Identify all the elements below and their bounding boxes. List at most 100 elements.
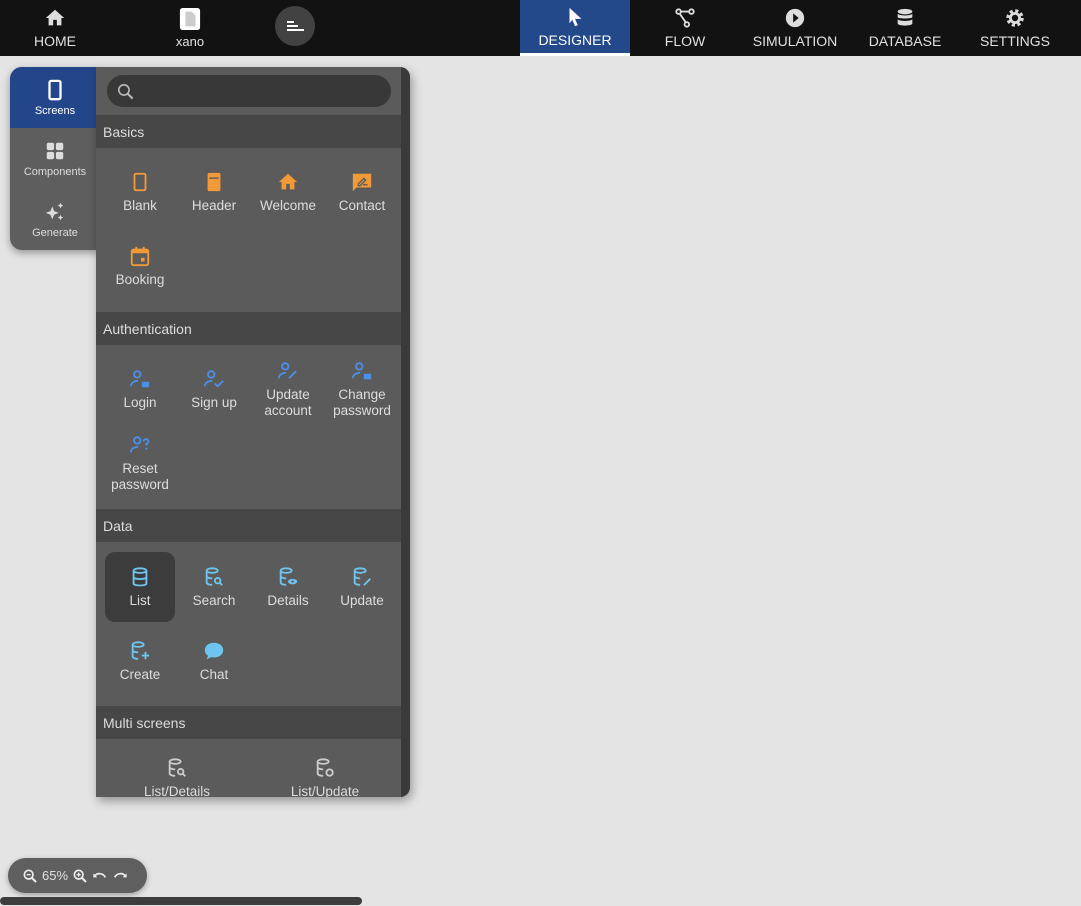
zoom-level: 65%	[42, 868, 69, 883]
rail-generate[interactable]: Generate	[10, 189, 100, 250]
data-grid: List Search Details Update Create Chat	[103, 550, 399, 698]
tab-label: SETTINGS	[979, 33, 1050, 49]
template-details[interactable]: Details	[251, 550, 325, 624]
item-label: Header	[191, 197, 237, 213]
home-icon	[278, 173, 298, 189]
file-icon	[179, 7, 201, 30]
item-label: Booking	[115, 271, 165, 287]
top-bar: HOME xano DESIGNER FLOW SIMULATION DATAB…	[0, 0, 1081, 56]
item-label: Update account	[264, 386, 312, 418]
item-label: Welcome	[259, 197, 317, 213]
header-icon	[207, 172, 221, 191]
left-rail: Screens Components Generate	[10, 67, 100, 250]
item-label: Update	[340, 592, 384, 608]
section-data: Data	[96, 509, 401, 542]
redo-icon[interactable]	[112, 868, 128, 884]
template-blank[interactable]: Blank	[103, 155, 177, 229]
tab-label: SIMULATION	[752, 33, 838, 49]
template-create[interactable]: Create	[103, 624, 177, 698]
database-eye-icon	[279, 566, 298, 586]
item-label: Blank	[123, 197, 157, 213]
template-update[interactable]: Update	[325, 550, 399, 624]
template-change-password[interactable]: Change password	[325, 352, 399, 426]
tab-label: FLOW	[664, 33, 706, 49]
item-label: Login	[123, 394, 157, 410]
user-edit-icon	[277, 361, 297, 379]
home-label: HOME	[34, 33, 76, 49]
tab-designer[interactable]: DESIGNER	[520, 0, 630, 56]
home-button[interactable]: HOME	[20, 0, 90, 56]
phone-icon	[133, 172, 147, 191]
rail-screens[interactable]: Screens	[10, 67, 100, 128]
project-name: xano	[175, 33, 205, 49]
template-update-account[interactable]: Update account	[251, 352, 325, 426]
menu-icon	[287, 21, 304, 31]
undo-icon[interactable]	[92, 868, 108, 884]
database-search-icon	[168, 758, 186, 777]
search-box[interactable]	[107, 75, 391, 107]
grid-icon	[46, 142, 64, 159]
template-list-details[interactable]: List/Details	[103, 757, 251, 797]
template-list-update[interactable]: List/Update	[251, 757, 399, 797]
item-label: Reset password	[111, 460, 169, 492]
template-welcome[interactable]: Welcome	[251, 155, 325, 229]
user-question-icon	[129, 435, 150, 452]
user-check-icon	[203, 369, 224, 388]
rail-components[interactable]: Components	[10, 128, 100, 189]
template-search[interactable]: Search	[177, 550, 251, 624]
home-icon	[45, 9, 65, 26]
template-reset-password[interactable]: Reset password	[103, 426, 177, 500]
template-booking[interactable]: Booking	[103, 229, 177, 303]
calendar-icon	[130, 246, 150, 266]
template-signup[interactable]: Sign up	[177, 352, 251, 426]
database-plus-icon	[131, 640, 150, 660]
play-icon	[785, 8, 805, 28]
panel-scrollbar[interactable]	[401, 67, 410, 797]
horizontal-scrollbar[interactable]	[0, 897, 362, 905]
multi-grid: List/Details List/Update	[103, 757, 399, 797]
template-list[interactable]: List	[105, 552, 175, 622]
template-contact[interactable]: Contact	[325, 155, 399, 229]
section-multi-screens: Multi screens	[96, 706, 401, 739]
zoom-out-icon[interactable]	[22, 868, 38, 884]
item-label: Chat	[199, 666, 229, 682]
database-edit-icon	[353, 566, 371, 586]
tab-label: DATABASE	[868, 33, 942, 49]
template-header[interactable]: Header	[177, 155, 251, 229]
project-button[interactable]: xano	[160, 0, 220, 56]
chat-bubble-icon	[204, 642, 224, 659]
database-icon	[132, 566, 148, 586]
zoom-control: 65%	[8, 858, 147, 893]
item-label: Sign up	[191, 394, 237, 410]
template-chat[interactable]: Chat	[177, 624, 251, 698]
tab-label: DESIGNER	[538, 31, 612, 48]
tab-settings[interactable]: SETTINGS	[975, 0, 1055, 56]
user-lock-icon	[129, 369, 150, 387]
rail-label: Components	[23, 165, 87, 178]
rail-label: Screens	[34, 104, 76, 117]
tab-simulation[interactable]: SIMULATION	[745, 0, 845, 56]
rail-label: Generate	[32, 226, 78, 239]
sparkle-icon	[45, 202, 64, 220]
phone-icon	[48, 79, 62, 100]
item-label: Search	[192, 592, 236, 608]
cursor-icon	[569, 7, 582, 26]
tab-database[interactable]: DATABASE	[860, 0, 950, 56]
database-sync-icon	[316, 758, 334, 777]
database-search-icon	[205, 566, 223, 586]
section-basics: Basics	[96, 115, 401, 148]
zoom-in-icon[interactable]	[72, 868, 88, 884]
contact-icon	[352, 173, 372, 191]
item-label: List/Update	[290, 784, 360, 797]
template-login[interactable]: Login	[103, 352, 177, 426]
screens-panel: Basics Blank Header Welcome Contact Book…	[96, 67, 410, 797]
item-label: Change password	[333, 386, 391, 418]
auth-grid: Login Sign up Update account Change pass…	[103, 352, 399, 500]
item-label: Create	[119, 666, 161, 682]
item-label: List	[129, 592, 151, 608]
search-icon	[117, 83, 134, 100]
search-input[interactable]	[143, 75, 383, 107]
tab-flow[interactable]: FLOW	[645, 0, 725, 56]
menu-button[interactable]	[275, 6, 315, 46]
basics-grid: Blank Header Welcome Contact Booking	[103, 155, 399, 303]
